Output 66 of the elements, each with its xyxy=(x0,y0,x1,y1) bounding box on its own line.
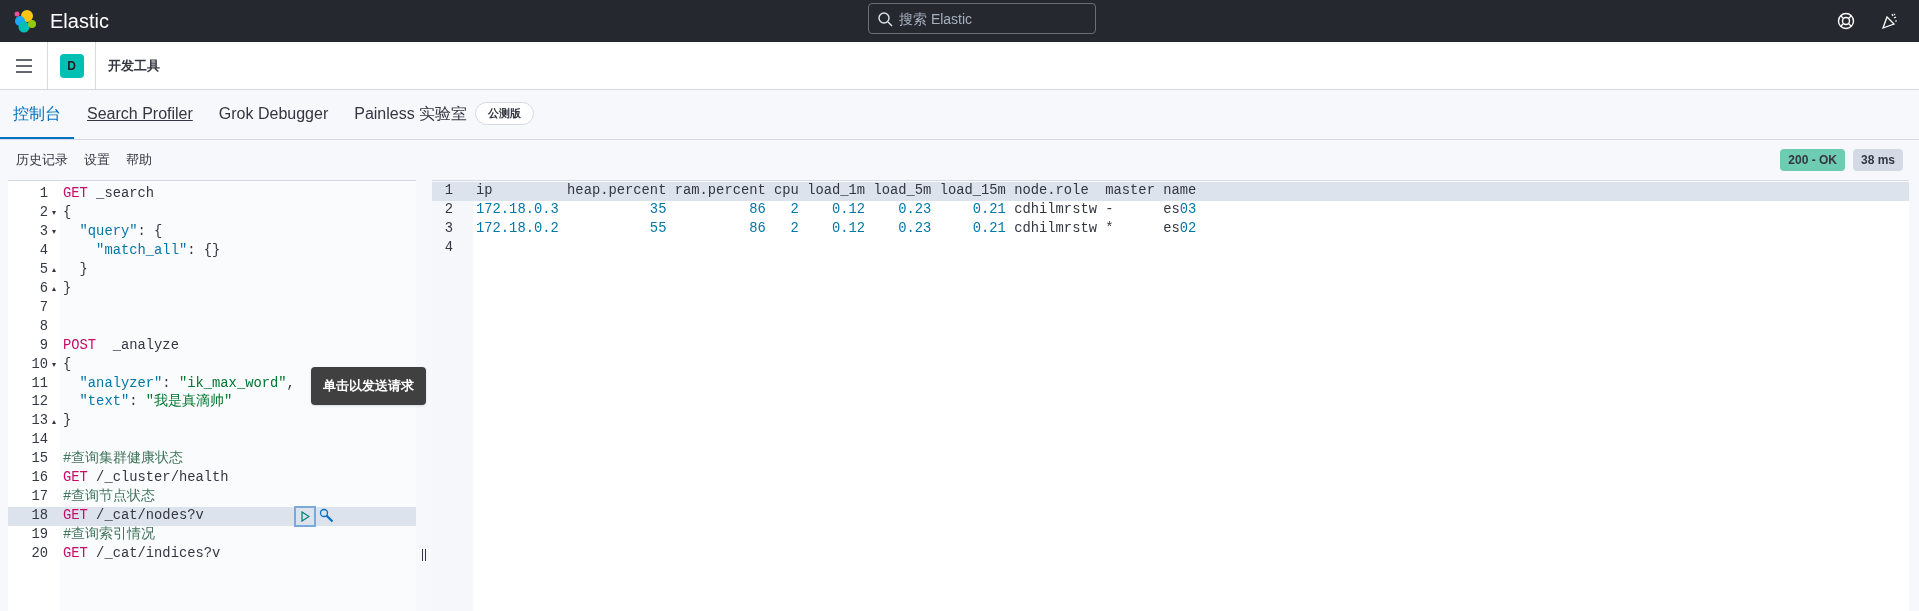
line-number: 11 xyxy=(31,374,48,393)
line-number: 15 xyxy=(31,450,48,469)
tab[interactable]: Painless 实验室 xyxy=(354,101,468,126)
line-number: 10 xyxy=(31,355,48,374)
line-number: 6 xyxy=(39,279,48,298)
code-text: GET /_cat/nodes?v xyxy=(62,507,204,526)
tooltip: 单击以发送请求 xyxy=(311,367,426,405)
line-number: 16 xyxy=(31,469,48,488)
line-number: 5 xyxy=(39,260,48,279)
code-text: { xyxy=(62,355,72,374)
beta-badge: 公测版 xyxy=(475,102,535,125)
line-number: 13 xyxy=(31,412,48,431)
brand-name: Elastic xyxy=(50,9,109,34)
tab[interactable]: 控制台 xyxy=(13,101,61,126)
code-text: "text": "我是真滴帅" xyxy=(78,392,233,412)
code-text: { xyxy=(62,204,72,223)
code-text: 172.18.0.3 35 86 2 0.12 0.23 0.21 cdhilmrstw - es03 xyxy=(475,201,1197,220)
line-number: 18 xyxy=(31,507,48,526)
toolbar-link[interactable]: 帮助 xyxy=(126,150,152,170)
search-field[interactable]: 搜索 Elastic xyxy=(868,3,1096,34)
confetti-icon[interactable] xyxy=(1881,12,1899,30)
line-number: 1 xyxy=(444,182,453,201)
play-icon xyxy=(300,510,310,522)
code-text: "match_all": {} xyxy=(95,241,221,260)
line-number: 3 xyxy=(39,223,48,241)
code-text: GET /_cat/indices?v xyxy=(62,544,221,563)
line-number: 12 xyxy=(31,393,48,412)
line-number: 7 xyxy=(39,298,48,317)
code-text: GET _search xyxy=(62,185,155,204)
line-number: 14 xyxy=(31,431,48,450)
space-avatar[interactable]: D xyxy=(59,53,84,78)
code-text: #查询索引情况 xyxy=(62,525,156,544)
line-number: 1 xyxy=(39,185,48,204)
code-text: #查询节点状态 xyxy=(62,487,156,507)
code-text: "analyzer": "ik_max_word", xyxy=(78,374,295,393)
code-text: POST _analyze xyxy=(62,336,179,355)
status-badge: 200 - OK xyxy=(1780,149,1845,171)
line-number: 3 xyxy=(444,220,453,238)
code-text: } xyxy=(62,279,72,298)
tab[interactable]: Search Profiler xyxy=(87,101,193,126)
toolbar-link[interactable]: 历史记录 xyxy=(16,150,68,170)
line-number: 9 xyxy=(39,336,48,355)
line-number: 2 xyxy=(444,201,453,220)
search-icon xyxy=(877,11,893,27)
code-text: } xyxy=(78,260,88,279)
run-button[interactable] xyxy=(294,505,316,527)
tab[interactable]: Grok Debugger xyxy=(218,101,329,126)
code-text: } xyxy=(62,412,72,431)
code-text: ip heap.percent ram.percent cpu load_1m load_5m load_15m node.role master name xyxy=(475,182,1197,201)
help-icon[interactable] xyxy=(1837,12,1855,30)
line-number: 17 xyxy=(31,488,48,507)
code-text: 172.18.0.2 55 86 2 0.12 0.23 0.21 cdhilmrstw * es02 xyxy=(475,220,1197,238)
line-number: 20 xyxy=(31,544,48,563)
line-number: 8 xyxy=(39,317,48,336)
logo-icon[interactable] xyxy=(12,8,38,34)
line-number: 4 xyxy=(444,238,453,257)
line-number: 2 xyxy=(39,204,48,223)
resize-handle-icon[interactable] xyxy=(422,549,426,561)
code-text: GET /_cluster/health xyxy=(62,469,229,488)
breadcrumb[interactable]: 开发工具 xyxy=(108,55,160,76)
line-number: 4 xyxy=(39,241,48,260)
line-number: 19 xyxy=(31,526,48,544)
toolbar-link[interactable]: 设置 xyxy=(84,150,110,170)
code-text: #查询集群健康状态 xyxy=(62,449,184,469)
code-text: "query": { xyxy=(78,223,163,241)
time-badge: 38 ms xyxy=(1852,149,1903,171)
